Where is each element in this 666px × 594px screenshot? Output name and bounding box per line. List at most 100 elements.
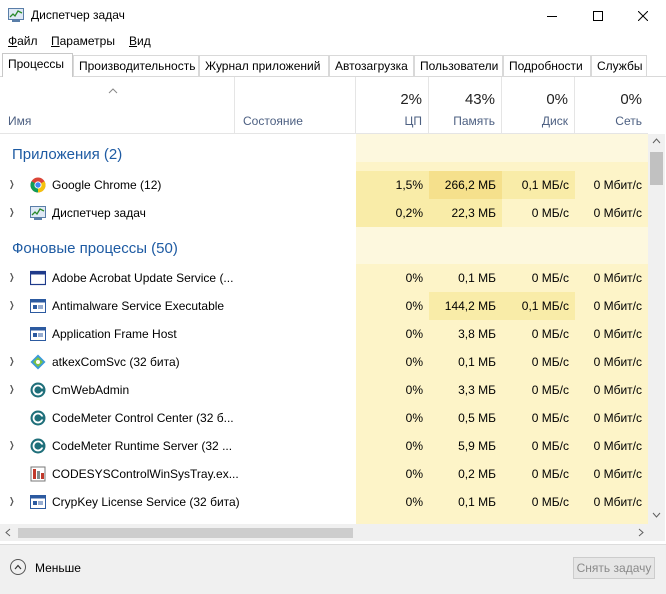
sort-arrow-icon [108, 88, 118, 94]
table-row[interactable]: Application Frame Host 0% 3,8 МБ 0 МБ/с 0 Мб… [0, 320, 648, 348]
process-name: Antimalware Service Executable [52, 299, 225, 313]
expand-chevron-icon[interactable]: ❯ [9, 300, 14, 311]
disk-value: 0 МБ/с [531, 206, 569, 220]
cpu-label: ЦП [404, 114, 422, 128]
cpu-value: 0% [405, 467, 423, 481]
tab-users[interactable]: Пользователи [414, 55, 503, 76]
table-row[interactable]: ❯ Google Chrome (12) 1,5% 266,2 МБ 0,1 М… [0, 171, 648, 199]
memory-total: 43% [464, 91, 495, 108]
process-name: Adobe Acrobat Update Service (... [52, 271, 234, 285]
table-row[interactable]: ❯ Adobe Acrobat Update Service (... 0% 0,1 … [0, 264, 648, 292]
memory-value: 5,9 МБ [458, 439, 496, 453]
menu-file[interactable]: Файл [8, 34, 38, 48]
header-disk[interactable]: 0% Диск [502, 77, 575, 133]
table-row[interactable]: ❯ Диспетчер задач 0,2% 22,3 МБ 0 МБ/с 0 … [0, 199, 648, 227]
header-name[interactable]: Имя [0, 77, 235, 133]
header-status[interactable]: Состояние [235, 77, 356, 133]
expand-chevron-icon[interactable]: ❯ [9, 496, 14, 507]
menu-options[interactable]: Параметры [51, 34, 115, 48]
fewer-details-link[interactable]: Меньше [35, 561, 81, 575]
table-row[interactable]: ❯ CmWebAdmin 0% 3,3 МБ 0 МБ/с 0 Мбит/с [0, 376, 648, 404]
disk-value: 0 МБ/с [531, 495, 569, 509]
cpu-value: 0% [405, 495, 423, 509]
tab-details[interactable]: Подробности [503, 55, 591, 76]
cpu-value: 0% [405, 439, 423, 453]
menu-view[interactable]: Вид [129, 34, 151, 48]
task-manager-icon [8, 8, 24, 22]
group-header-background[interactable]: Фоновые процессы (50) [0, 227, 648, 264]
cpu-value: 0,2% [395, 206, 423, 220]
vertical-scrollbar[interactable] [648, 134, 665, 524]
tab-performance[interactable]: Производительность [73, 55, 199, 76]
menu-bar: Файл Параметры Вид [0, 31, 666, 51]
expand-chevron-icon[interactable]: ❯ [9, 384, 14, 395]
window-icon [30, 270, 46, 286]
scroll-down-icon[interactable] [652, 512, 661, 518]
end-task-button[interactable]: Снять задачу [573, 557, 655, 579]
network-value: 0 Мбит/с [593, 495, 642, 509]
table-row[interactable]: ❯ atkexComSvc (32 бита) 0% 0,1 МБ 0 МБ/с 0 Мб… [0, 348, 648, 376]
network-value: 0 Мбит/с [593, 355, 642, 369]
table-row[interactable]: CODESYSControlWinSysTray.ex... 0% 0,2 МБ 0 … [0, 460, 648, 488]
expand-chevron-icon[interactable]: ❯ [9, 356, 14, 367]
collapse-circle-icon[interactable] [10, 559, 26, 575]
horizontal-scroll-thumb[interactable] [18, 528, 353, 538]
disk-value: 0 МБ/с [531, 355, 569, 369]
disk-value: 0 МБ/с [531, 439, 569, 453]
tab-bar: Процессы Производительность Журнал прило… [0, 53, 666, 77]
network-value: 0 Мбит/с [593, 299, 642, 313]
memory-label: Память [453, 114, 495, 128]
tab-app-history[interactable]: Журнал приложений [199, 55, 329, 76]
tab-startup[interactable]: Автозагрузка [329, 55, 414, 76]
scroll-left-icon[interactable] [5, 528, 11, 537]
table-row[interactable]: ❯ CrypKey License Service (32 бита) 0% 0,1 … [0, 488, 648, 516]
scrollbar-corner [648, 524, 665, 541]
maximize-button[interactable] [575, 0, 621, 31]
network-value: 0 Мбит/с [593, 206, 642, 220]
table-row[interactable]: ❯ Antimalware Service Executable 0% 144,2 М… [0, 292, 648, 320]
disk-value: 0,1 МБ/с [521, 178, 569, 192]
disk-label: Диск [541, 114, 568, 128]
expand-chevron-icon[interactable]: ❯ [9, 179, 14, 190]
process-name: CODESYSControlWinSysTray.ex... [52, 467, 239, 481]
network-label: Сеть [615, 114, 642, 128]
network-value: 0 Мбит/с [593, 271, 642, 285]
minimize-icon [547, 15, 557, 17]
scroll-up-icon[interactable] [652, 138, 661, 144]
process-name: Google Chrome (12) [52, 178, 162, 192]
cpu-value: 0% [405, 383, 423, 397]
close-button[interactable] [620, 0, 666, 31]
header-cpu[interactable]: 2% ЦП [356, 77, 429, 133]
cpu-value: 0% [405, 271, 423, 285]
table-row-partial [0, 516, 648, 524]
header-network[interactable]: 0% Сеть [575, 77, 648, 133]
disk-value: 0 МБ/с [531, 467, 569, 481]
memory-value: 0,1 МБ [458, 271, 496, 285]
cpu-value: 0% [405, 327, 423, 341]
process-name: CodeMeter Runtime Server (32 ... [52, 439, 233, 453]
network-value: 0 Мбит/с [593, 411, 642, 425]
cpu-value: 0% [405, 299, 423, 313]
memory-value: 22,3 МБ [451, 206, 496, 220]
group-header-apps[interactable]: Приложения (2) [0, 134, 648, 163]
vertical-scroll-thumb[interactable] [650, 152, 663, 185]
service-icon [30, 327, 46, 341]
scroll-right-icon[interactable] [638, 528, 644, 537]
tab-processes[interactable]: Процессы [2, 53, 73, 77]
process-name: Диспетчер задач [52, 206, 146, 220]
table-row[interactable]: ❯ CodeMeter Runtime Server (32 ... 0% 5,9 М… [0, 432, 648, 460]
process-name: CmWebAdmin [52, 383, 130, 397]
expand-chevron-icon[interactable]: ❯ [9, 272, 14, 283]
table-row[interactable]: CodeMeter Control Center (32 б... 0% 0,5 М… [0, 404, 648, 432]
cpu-value: 0% [405, 355, 423, 369]
tab-services[interactable]: Службы [591, 55, 647, 76]
cpu-value: 0% [405, 411, 423, 425]
network-value: 0 Мбит/с [593, 327, 642, 341]
memory-value: 3,3 МБ [458, 383, 496, 397]
minimize-button[interactable] [529, 0, 575, 31]
expand-chevron-icon[interactable]: ❯ [9, 440, 14, 451]
header-memory[interactable]: 43% Память [429, 77, 502, 133]
expand-chevron-icon[interactable]: ❯ [9, 207, 14, 218]
memory-value: 0,2 МБ [458, 467, 496, 481]
memory-value: 0,5 МБ [458, 411, 496, 425]
